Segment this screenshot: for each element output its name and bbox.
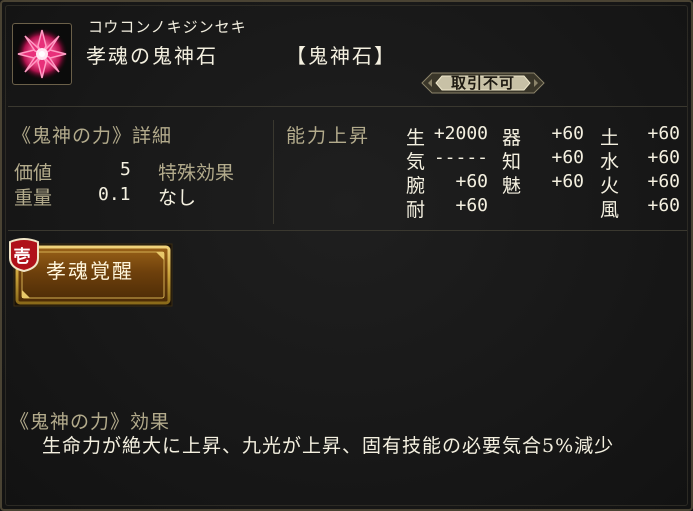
badge-label: 取引不可	[450, 74, 515, 92]
not-tradeable-badge: 取引不可	[420, 70, 546, 96]
ichi-mark-icon: 壱	[6, 238, 46, 272]
stat-value: +60	[551, 123, 584, 144]
effect-description: 生命力が絶大に上昇、九光が上昇、固有技能の必要気合5%減少	[42, 435, 615, 457]
effect-title: 《鬼神の力》効果	[10, 411, 171, 433]
stat-value: +60	[551, 171, 584, 192]
pink-crystal-gem-icon	[12, 23, 72, 85]
weight-number: 0.1	[98, 184, 131, 205]
stat-label: 知	[502, 151, 522, 173]
stat-label: 生	[406, 127, 426, 149]
awaken-button[interactable]: 孝魂覚醒 壱	[6, 238, 174, 310]
stat-label: 火	[600, 175, 620, 197]
stat-label: 風	[600, 199, 620, 221]
header-divider	[8, 106, 687, 107]
stat-value: +60	[455, 171, 488, 192]
stat-row: 水 +60	[600, 147, 680, 173]
stat-label: 水	[600, 151, 620, 173]
stat-row: 生 +2000	[406, 123, 488, 149]
stat-value: +60	[647, 171, 680, 192]
stat-label: 気	[406, 151, 426, 173]
stat-row: 土 +60	[600, 123, 680, 149]
stat-value: +60	[647, 123, 680, 144]
special-effect-label: 特殊効果	[158, 162, 235, 184]
stat-value: -----	[433, 147, 488, 168]
stat-value: +60	[455, 195, 488, 216]
item-name: 孝魂の鬼神石	[86, 44, 218, 68]
ichi-mark-label: 壱	[13, 247, 31, 267]
stats-title: 能力上昇	[286, 125, 371, 147]
stat-row: 火 +60	[600, 171, 680, 197]
item-category: 【鬼神石】	[286, 44, 396, 68]
stat-label: 腕	[406, 175, 426, 197]
special-effect-value: なし	[158, 187, 197, 209]
stat-label: 器	[502, 127, 522, 149]
stat-row: 風 +60	[600, 195, 680, 221]
stat-value: +60	[551, 147, 584, 168]
value-number: 5	[120, 159, 131, 180]
item-detail-panel: コウコンノキジンセキ 孝魂の鬼神石 【鬼神石】 取引不可 《鬼神の力》詳細 価値…	[0, 0, 693, 511]
stat-label: 土	[600, 127, 620, 149]
stat-value: +2000	[433, 123, 488, 144]
weight-label: 重量	[14, 187, 53, 209]
stat-value: +60	[647, 195, 680, 216]
item-reading: コウコンノキジンセキ	[88, 18, 247, 36]
stat-row: 気 -----	[406, 147, 488, 173]
stat-row: 器 +60	[502, 123, 584, 149]
stat-row: 魅 +60	[502, 171, 584, 197]
stat-value: +60	[647, 147, 680, 168]
stat-row: 腕 +60	[406, 171, 488, 197]
value-label: 価値	[14, 162, 53, 184]
stat-label: 耐	[406, 199, 426, 221]
stat-label: 魅	[502, 175, 522, 197]
stat-row: 耐 +60	[406, 195, 488, 221]
section-divider	[273, 120, 274, 224]
stats-divider	[8, 230, 687, 231]
stat-row: 知 +60	[502, 147, 584, 173]
details-title: 《鬼神の力》詳細	[12, 125, 173, 147]
